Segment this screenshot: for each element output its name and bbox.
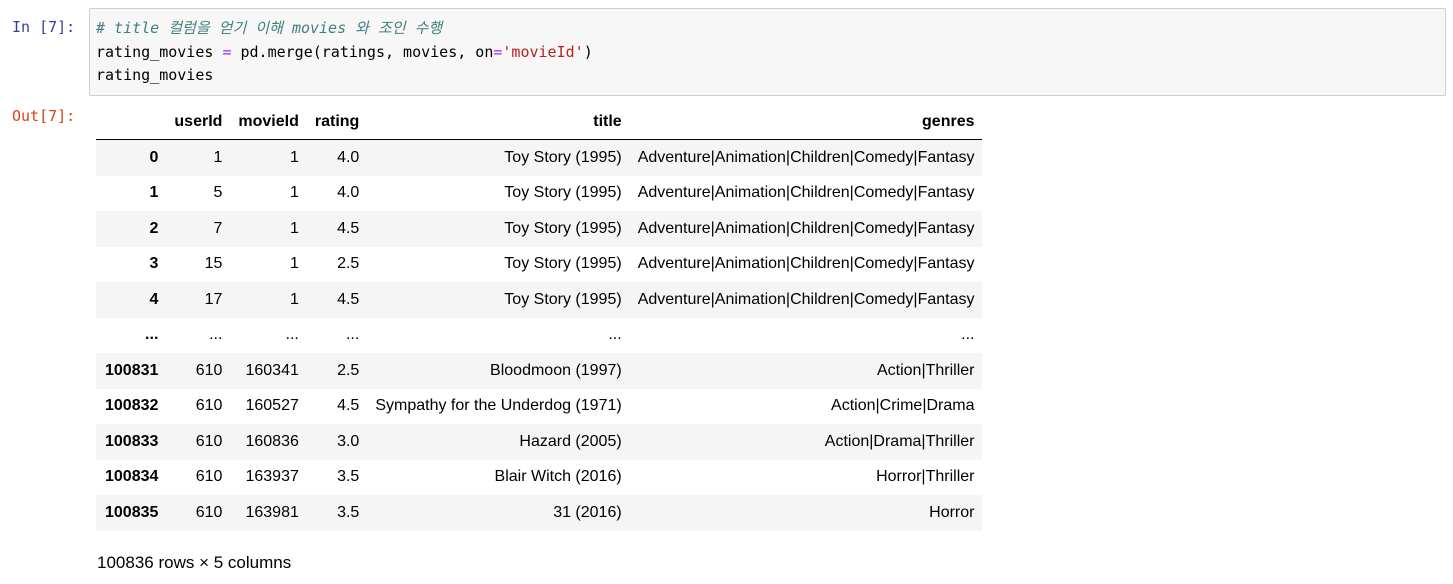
cell-rating: 3.5: [337, 468, 360, 486]
cell-genres: Adventure|Animation|Children|Comedy|Fant…: [637, 184, 975, 202]
cell-rating: 4.5: [337, 290, 360, 308]
cell-title: Bloodmoon (1997): [490, 361, 622, 379]
cell-userid: 15: [204, 255, 223, 273]
cell-rating: 3.0: [337, 432, 360, 450]
cell-title: Toy Story (1995): [504, 255, 622, 273]
output-prompt: Out[7]:: [12, 107, 76, 125]
code-input-area[interactable]: # title 컬럼을 얻기 이해 movies 와 조인 수행 rating_m…: [89, 8, 1446, 96]
table-row: 3 15 1 2.5 Toy Story (1995) Adventure|An…: [96, 247, 982, 283]
cell-movieid: 163937: [245, 468, 299, 486]
cell-rating: 4.0: [337, 184, 360, 202]
cell-genres: ...: [961, 326, 975, 344]
cell-rating: 4.5: [337, 219, 360, 237]
index-header: [96, 105, 167, 140]
cell-userid: ...: [209, 326, 223, 344]
cell-title: Blair Witch (2016): [494, 468, 622, 486]
row-index: 100831: [105, 361, 159, 379]
row-index: 100834: [105, 468, 159, 486]
code-line-3: rating_movies: [96, 64, 1439, 88]
table-row: 100834 610 163937 3.5 Blair Witch (2016)…: [96, 460, 982, 496]
cell-genres: Horror: [929, 503, 975, 521]
table-header-row: userId movieId rating title genres: [96, 105, 983, 140]
cell-title: 31 (2016): [553, 503, 622, 521]
row-index: 100835: [105, 503, 159, 521]
cell-genres: Action|Drama|Thriller: [824, 432, 975, 450]
cell-userid: 17: [204, 290, 223, 308]
cell-title: Hazard (2005): [519, 432, 622, 450]
code-line-1: # title 컬럼을 얻기 이해 movies 와 조인 수행: [96, 17, 1439, 41]
cell-genres: Action|Crime|Drama: [831, 397, 975, 415]
code-token: pd.merge(ratings, movies, on: [231, 42, 494, 61]
cell-movieid: 160341: [245, 361, 299, 379]
cell-movieid: 1: [289, 255, 299, 273]
row-index: 2: [149, 219, 159, 237]
code-comment: # title 컬럼을 얻기 이해 movies 와 조인 수행: [96, 19, 443, 37]
table-row: 100832 610 160527 4.5 Sympathy for the U…: [96, 389, 982, 425]
cell-genres: Adventure|Animation|Children|Comedy|Fant…: [637, 148, 975, 166]
row-index: 100832: [105, 397, 159, 415]
cell-rating: 4.0: [337, 148, 360, 166]
code-token: rating_movies: [96, 66, 214, 84]
row-index: 1: [149, 184, 159, 202]
row-index: ...: [145, 326, 159, 344]
table-row: 100833 610 160836 3.0 Hazard (2005) Acti…: [96, 424, 983, 460]
cell-genres: Adventure|Animation|Children|Comedy|Fant…: [637, 290, 975, 308]
column-header-rating: rating: [306, 105, 368, 140]
cell-title: Toy Story (1995): [504, 184, 622, 202]
code-string: 'movieId': [502, 42, 584, 61]
cell-movieid: ...: [285, 326, 299, 344]
cell-movieid: 1: [289, 290, 299, 308]
code-token: ): [583, 42, 593, 61]
cell-title: Sympathy for the Underdog (1971): [375, 397, 622, 415]
table-row: 100831 610 160341 2.5 Bloodmoon (1997) A…: [96, 353, 983, 389]
table-row: 0 1 1 4.0 Toy Story (1995) Adventure|Ani…: [96, 139, 983, 176]
row-index: 100833: [105, 432, 159, 450]
input-prompt: In [7]:: [12, 18, 76, 36]
cell-rating: 2.5: [337, 255, 360, 273]
cell-rating: 2.5: [337, 361, 360, 379]
row-index: 0: [149, 148, 159, 166]
cell-userid: 610: [195, 468, 223, 486]
column-header-title: title: [367, 105, 630, 140]
code-line-2: rating_movies = pd.merge(ratings, movies…: [96, 41, 1439, 65]
cell-rating: 4.5: [337, 397, 360, 415]
table-row: 4 17 1 4.5 Toy Story (1995) Adventure|An…: [96, 282, 983, 318]
cell-rating: ...: [345, 326, 360, 344]
cell-title: Toy Story (1995): [504, 148, 622, 166]
cell-genres: Horror|Thriller: [876, 468, 975, 486]
cell-rating: 3.5: [337, 503, 360, 521]
code-token: rating_movies: [96, 42, 223, 61]
cell-movieid: 1: [289, 219, 299, 237]
column-header-genres: genres: [629, 105, 983, 140]
table-row: 100835 610 163981 3.5 31 (2016) Horror: [96, 495, 983, 531]
cell-movieid: 1: [289, 148, 299, 166]
cell-title: Toy Story (1995): [504, 219, 622, 237]
table-row: 1 5 1 4.0 Toy Story (1995) Adventure|Ani…: [96, 176, 982, 212]
row-index: 3: [149, 255, 159, 273]
cell-genres: Adventure|Animation|Children|Comedy|Fant…: [637, 219, 975, 237]
cell-userid: 5: [213, 184, 223, 202]
cell-genres: Action|Thriller: [876, 361, 975, 379]
cell-movieid: 160527: [245, 397, 299, 415]
cell-userid: 610: [195, 432, 223, 450]
cell-userid: 1: [213, 148, 223, 166]
cell-userid: 610: [195, 361, 223, 379]
table-row-ellipsis: ... ... ... ... ... ...: [96, 318, 982, 354]
cell-genres: Adventure|Animation|Children|Comedy|Fant…: [637, 255, 975, 273]
table-row: 2 7 1 4.5 Toy Story (1995) Adventure|Ani…: [96, 211, 983, 247]
cell-movieid: 163981: [245, 503, 299, 521]
cell-movieid: 160836: [245, 432, 299, 450]
cell-title: Toy Story (1995): [504, 290, 622, 308]
row-index: 4: [149, 290, 159, 308]
cell-userid: 610: [195, 503, 223, 521]
cell-userid: 7: [213, 219, 223, 237]
column-header-movieid: movieId: [230, 105, 307, 140]
dataframe-shape-note: 100836 rows × 5 columns: [97, 553, 292, 572]
dataframe-table: userId movieId rating title genres 0 1 1…: [96, 105, 983, 531]
column-header-userid: userId: [166, 105, 231, 140]
cell-title: ...: [608, 326, 622, 344]
cell-movieid: 1: [289, 184, 299, 202]
cell-userid: 610: [195, 397, 223, 415]
